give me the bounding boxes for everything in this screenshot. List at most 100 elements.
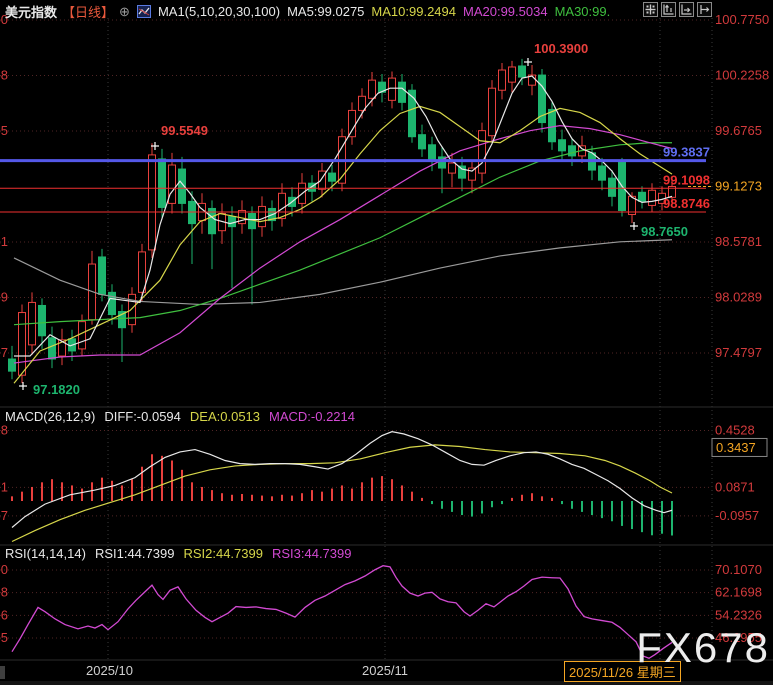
pan-crosshair-icon[interactable] — [643, 2, 658, 17]
candle-body — [499, 70, 506, 90]
candle-body — [449, 163, 456, 173]
y-axis-label: 98.0289 — [715, 289, 762, 304]
candle-body — [569, 146, 576, 156]
macd-y-label: -0.0957 — [715, 508, 759, 523]
y-axis-label-left-clipped: 98.5781 — [0, 234, 8, 249]
y-axis-label-left-clipped: 97.4797 — [0, 345, 8, 360]
chart-type-icon[interactable] — [137, 4, 151, 19]
current-price-label: 99.1273 — [715, 179, 762, 194]
candle-body — [649, 190, 656, 205]
macd-y-label-left-clipped: 0.4528 — [0, 422, 8, 437]
candle-body — [129, 294, 136, 324]
rsi-header: RSI(14,14,14) RSI1:44.7399 RSI2:44.7399 RSI… — [5, 546, 351, 561]
rsi-y-label: 54.2326 — [715, 607, 762, 622]
y-axis-label-left-clipped: 100.2258 — [0, 67, 8, 82]
candle-body — [519, 66, 526, 77]
macd-y-label-left-clipped: -0.0957 — [0, 508, 8, 523]
rsi-line — [12, 566, 672, 659]
rsi-value-0: RSI(14,14,14) — [5, 546, 86, 561]
ma1-value: MA5:99.0275 — [287, 4, 364, 19]
candle-body — [599, 166, 606, 180]
macd-value-0: MACD(26,12,9) — [5, 409, 95, 424]
macd-value-2: DEA:0.0513 — [190, 409, 260, 424]
candle-body — [149, 155, 156, 250]
chart-canvas[interactable]: 100.7750100.7750100.2258100.225899.67659… — [0, 0, 773, 685]
y-axis-label: 97.4797 — [715, 345, 762, 360]
chart-title-bar: 美元指数【日线】 ⊕ MA1(5,10,20,30,100) MA5:99.0275 M… — [5, 2, 610, 21]
annotation-label: 100.3900 — [534, 41, 588, 56]
x-axis-label: 2025/10 — [86, 663, 133, 678]
candle-body — [479, 131, 486, 173]
candle-body — [419, 135, 426, 149]
price-annotation — [524, 58, 532, 66]
jump-to-latest-icon[interactable] — [697, 2, 712, 17]
diff-line — [12, 432, 672, 528]
candle-body — [639, 192, 646, 201]
fit-vertical-axis-icon[interactable] — [661, 2, 676, 17]
y-axis-label-left-clipped: 98.0289 — [0, 289, 8, 304]
ma-settings-label: MA1(5,10,20,30,100) — [158, 4, 280, 19]
macd-value-1: DIFF:-0.0594 — [104, 409, 181, 424]
macd-y-label: 0.0871 — [715, 479, 755, 494]
candle-body — [429, 145, 436, 161]
candle-body — [369, 80, 376, 98]
macd-header: MACD(26,12,9) DIFF:-0.0594 DEA:0.0513 MACD:… — [5, 409, 355, 424]
candle-body — [549, 109, 556, 141]
period-label: 【日线】 — [62, 2, 114, 21]
y-axis-label-left-clipped: 99.6765 — [0, 123, 8, 138]
alert-line-label: 98.8746 — [663, 196, 710, 211]
candle-body — [229, 217, 236, 227]
step-forward-icon[interactable] — [679, 2, 694, 17]
macd-y-label: 0.4528 — [715, 422, 755, 437]
macd-y-label-left-clipped: 0.0871 — [0, 479, 8, 494]
candle-body — [559, 140, 566, 151]
candle-body — [489, 88, 496, 135]
ma4-value: MA30:99. — [555, 4, 611, 19]
candle-body — [9, 359, 16, 371]
chart-toolbar — [643, 2, 712, 17]
candle-body — [159, 159, 166, 208]
candle-body — [19, 313, 26, 376]
candle-body — [459, 166, 466, 178]
candle-body — [79, 322, 86, 349]
candle-body — [169, 165, 176, 203]
candle-body — [399, 82, 406, 102]
rsi-value-1: RSI1:44.7399 — [95, 546, 175, 561]
annotation-label: 97.1820 — [33, 382, 80, 397]
y-axis-label: 99.6765 — [715, 123, 762, 138]
y-axis-label: 100.2258 — [715, 67, 769, 82]
price-annotation — [19, 382, 27, 390]
watermark: FX678 — [636, 624, 770, 672]
alert-line-label: 99.3837 — [663, 145, 710, 160]
rsi-y-label-left-clipped: 62.1698 — [0, 585, 8, 600]
ma3-value: MA20:99.5034 — [463, 4, 548, 19]
annotation-label: 98.7650 — [641, 224, 688, 239]
candle-body — [39, 305, 46, 335]
alert-line-label: 99.1098 — [663, 172, 710, 187]
x-axis-label: 2025/11 — [362, 663, 408, 678]
rsi-y-label: 70.1070 — [715, 562, 762, 577]
macd-badge-value: 0.3437 — [716, 440, 756, 455]
rsi-y-label-left-clipped: 54.2326 — [0, 607, 8, 622]
candle-body — [279, 193, 286, 218]
rsi-value-2: RSI2:44.7399 — [183, 546, 263, 561]
candle-body — [259, 206, 266, 226]
rsi-y-label: 62.1698 — [715, 585, 762, 600]
y-axis-label: 98.5781 — [715, 234, 762, 249]
macd-value-3: MACD:-0.2214 — [269, 409, 355, 424]
candle-body — [389, 78, 396, 100]
y-axis-label: 100.7750 — [715, 12, 769, 27]
candle-body — [509, 67, 516, 82]
symbol-name: 美元指数 — [5, 2, 57, 21]
candle-body — [99, 257, 106, 294]
ma2-value: MA10:99.2494 — [371, 4, 456, 19]
candle-body — [329, 173, 336, 181]
rsi-y-label-left-clipped: 46.2955 — [0, 630, 8, 645]
circle-plus-icon[interactable]: ⊕ — [119, 4, 130, 20]
candle-body — [609, 178, 616, 196]
rsi-value-3: RSI3:44.7399 — [272, 546, 352, 561]
annotation-label: 99.5549 — [161, 123, 208, 138]
rsi-y-label-left-clipped: 70.1070 — [0, 562, 8, 577]
price-annotation — [630, 222, 638, 230]
candle-body — [49, 338, 56, 359]
